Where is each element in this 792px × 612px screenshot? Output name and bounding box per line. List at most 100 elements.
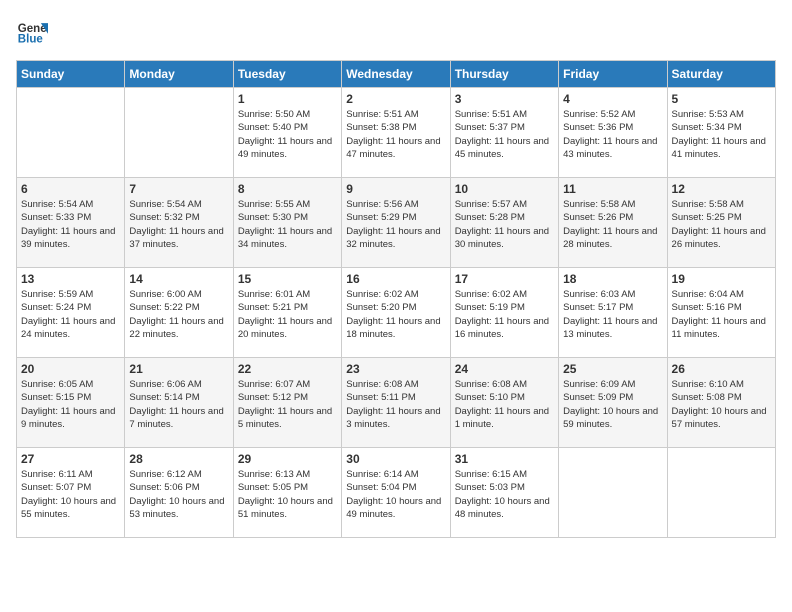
day-info: Sunrise: 5:51 AMSunset: 5:37 PMDaylight:… bbox=[455, 108, 554, 161]
calendar-cell: 29 Sunrise: 6:13 AMSunset: 5:05 PMDayligh… bbox=[233, 448, 341, 538]
day-number: 9 bbox=[346, 182, 445, 196]
day-info: Sunrise: 6:01 AMSunset: 5:21 PMDaylight:… bbox=[238, 288, 337, 341]
calendar-cell bbox=[667, 448, 775, 538]
day-number: 3 bbox=[455, 92, 554, 106]
calendar-table: SundayMondayTuesdayWednesdayThursdayFrid… bbox=[16, 60, 776, 538]
day-number: 29 bbox=[238, 452, 337, 466]
calendar-cell: 11 Sunrise: 5:58 AMSunset: 5:26 PMDayligh… bbox=[559, 178, 667, 268]
day-info: Sunrise: 5:57 AMSunset: 5:28 PMDaylight:… bbox=[455, 198, 554, 251]
calendar-cell: 27 Sunrise: 6:11 AMSunset: 5:07 PMDayligh… bbox=[17, 448, 125, 538]
calendar-cell: 4 Sunrise: 5:52 AMSunset: 5:36 PMDaylight… bbox=[559, 88, 667, 178]
svg-text:Blue: Blue bbox=[18, 34, 44, 46]
day-info: Sunrise: 6:14 AMSunset: 5:04 PMDaylight:… bbox=[346, 468, 445, 521]
day-info: Sunrise: 6:12 AMSunset: 5:06 PMDaylight:… bbox=[129, 468, 228, 521]
day-number: 7 bbox=[129, 182, 228, 196]
calendar-cell: 28Sunrise: 6:12 AMSunset: 5:06 PMDayligh… bbox=[125, 448, 233, 538]
day-number: 11 bbox=[563, 182, 662, 196]
day-info: Sunrise: 5:52 AMSunset: 5:36 PMDaylight:… bbox=[563, 108, 662, 161]
day-info: Sunrise: 6:08 AMSunset: 5:10 PMDaylight:… bbox=[455, 378, 554, 431]
day-info: Sunrise: 6:04 AMSunset: 5:16 PMDaylight:… bbox=[672, 288, 771, 341]
day-info: Sunrise: 6:11 AMSunset: 5:07 PMDaylight:… bbox=[21, 468, 120, 521]
day-info: Sunrise: 5:58 AMSunset: 5:25 PMDaylight:… bbox=[672, 198, 771, 251]
day-info: Sunrise: 6:06 AMSunset: 5:14 PMDaylight:… bbox=[129, 378, 228, 431]
weekday-header-tuesday: Tuesday bbox=[233, 61, 341, 88]
calendar-cell bbox=[17, 88, 125, 178]
day-number: 27 bbox=[21, 452, 120, 466]
logo: General Blue bbox=[16, 16, 48, 48]
day-number: 17 bbox=[455, 272, 554, 286]
calendar-cell: 2 Sunrise: 5:51 AMSunset: 5:38 PMDaylight… bbox=[342, 88, 450, 178]
day-number: 12 bbox=[672, 182, 771, 196]
day-info: Sunrise: 6:02 AMSunset: 5:19 PMDaylight:… bbox=[455, 288, 554, 341]
day-info: Sunrise: 6:08 AMSunset: 5:11 PMDaylight:… bbox=[346, 378, 445, 431]
day-info: Sunrise: 6:09 AMSunset: 5:09 PMDaylight:… bbox=[563, 378, 662, 431]
calendar-cell: 5 Sunrise: 5:53 AMSunset: 5:34 PMDaylight… bbox=[667, 88, 775, 178]
weekday-header-saturday: Saturday bbox=[667, 61, 775, 88]
weekday-header-sunday: Sunday bbox=[17, 61, 125, 88]
calendar-cell: 30 Sunrise: 6:14 AMSunset: 5:04 PMDayligh… bbox=[342, 448, 450, 538]
day-number: 10 bbox=[455, 182, 554, 196]
calendar-week-1: 1 Sunrise: 5:50 AMSunset: 5:40 PMDaylight… bbox=[17, 88, 776, 178]
day-info: Sunrise: 5:59 AMSunset: 5:24 PMDaylight:… bbox=[21, 288, 120, 341]
calendar-cell: 6Sunrise: 5:54 AMSunset: 5:33 PMDaylight… bbox=[17, 178, 125, 268]
day-info: Sunrise: 5:54 AMSunset: 5:33 PMDaylight:… bbox=[21, 198, 120, 251]
calendar-cell: 15 Sunrise: 6:01 AMSunset: 5:21 PMDayligh… bbox=[233, 268, 341, 358]
calendar-week-2: 6Sunrise: 5:54 AMSunset: 5:33 PMDaylight… bbox=[17, 178, 776, 268]
day-number: 22 bbox=[238, 362, 337, 376]
calendar-cell: 25 Sunrise: 6:09 AMSunset: 5:09 PMDayligh… bbox=[559, 358, 667, 448]
day-info: Sunrise: 5:51 AMSunset: 5:38 PMDaylight:… bbox=[346, 108, 445, 161]
calendar-cell: 23Sunrise: 6:08 AMSunset: 5:11 PMDayligh… bbox=[342, 358, 450, 448]
day-number: 13 bbox=[21, 272, 120, 286]
day-info: Sunrise: 6:13 AMSunset: 5:05 PMDaylight:… bbox=[238, 468, 337, 521]
day-info: Sunrise: 6:00 AMSunset: 5:22 PMDaylight:… bbox=[129, 288, 228, 341]
day-info: Sunrise: 5:58 AMSunset: 5:26 PMDaylight:… bbox=[563, 198, 662, 251]
day-number: 2 bbox=[346, 92, 445, 106]
calendar-cell: 20 Sunrise: 6:05 AMSunset: 5:15 PMDayligh… bbox=[17, 358, 125, 448]
day-info: Sunrise: 6:07 AMSunset: 5:12 PMDaylight:… bbox=[238, 378, 337, 431]
day-info: Sunrise: 5:55 AMSunset: 5:30 PMDaylight:… bbox=[238, 198, 337, 251]
weekday-header-row: SundayMondayTuesdayWednesdayThursdayFrid… bbox=[17, 61, 776, 88]
calendar-cell: 18 Sunrise: 6:03 AMSunset: 5:17 PMDayligh… bbox=[559, 268, 667, 358]
calendar-cell: 19 Sunrise: 6:04 AMSunset: 5:16 PMDayligh… bbox=[667, 268, 775, 358]
day-number: 30 bbox=[346, 452, 445, 466]
calendar-cell: 24Sunrise: 6:08 AMSunset: 5:10 PMDayligh… bbox=[450, 358, 558, 448]
day-number: 4 bbox=[563, 92, 662, 106]
calendar-cell: 26 Sunrise: 6:10 AMSunset: 5:08 PMDayligh… bbox=[667, 358, 775, 448]
day-info: Sunrise: 6:15 AMSunset: 5:03 PMDaylight:… bbox=[455, 468, 554, 521]
day-info: Sunrise: 5:56 AMSunset: 5:29 PMDaylight:… bbox=[346, 198, 445, 251]
page-header: General Blue bbox=[16, 16, 776, 48]
calendar-cell: 7Sunrise: 5:54 AMSunset: 5:32 PMDaylight… bbox=[125, 178, 233, 268]
day-info: Sunrise: 6:10 AMSunset: 5:08 PMDaylight:… bbox=[672, 378, 771, 431]
calendar-cell: 8Sunrise: 5:55 AMSunset: 5:30 PMDaylight… bbox=[233, 178, 341, 268]
calendar-cell: 10 Sunrise: 5:57 AMSunset: 5:28 PMDayligh… bbox=[450, 178, 558, 268]
calendar-cell: 21Sunrise: 6:06 AMSunset: 5:14 PMDayligh… bbox=[125, 358, 233, 448]
day-number: 16 bbox=[346, 272, 445, 286]
day-info: Sunrise: 6:03 AMSunset: 5:17 PMDaylight:… bbox=[563, 288, 662, 341]
calendar-cell: 22 Sunrise: 6:07 AMSunset: 5:12 PMDayligh… bbox=[233, 358, 341, 448]
day-number: 19 bbox=[672, 272, 771, 286]
day-number: 15 bbox=[238, 272, 337, 286]
weekday-header-wednesday: Wednesday bbox=[342, 61, 450, 88]
calendar-cell: 14Sunrise: 6:00 AMSunset: 5:22 PMDayligh… bbox=[125, 268, 233, 358]
day-number: 31 bbox=[455, 452, 554, 466]
calendar-cell: 1 Sunrise: 5:50 AMSunset: 5:40 PMDaylight… bbox=[233, 88, 341, 178]
calendar-cell: 9 Sunrise: 5:56 AMSunset: 5:29 PMDaylight… bbox=[342, 178, 450, 268]
day-number: 20 bbox=[21, 362, 120, 376]
day-info: Sunrise: 6:05 AMSunset: 5:15 PMDaylight:… bbox=[21, 378, 120, 431]
day-info: Sunrise: 5:50 AMSunset: 5:40 PMDaylight:… bbox=[238, 108, 337, 161]
calendar-week-5: 27 Sunrise: 6:11 AMSunset: 5:07 PMDayligh… bbox=[17, 448, 776, 538]
day-number: 5 bbox=[672, 92, 771, 106]
day-number: 25 bbox=[563, 362, 662, 376]
calendar-cell: 17 Sunrise: 6:02 AMSunset: 5:19 PMDayligh… bbox=[450, 268, 558, 358]
day-number: 1 bbox=[238, 92, 337, 106]
calendar-week-4: 20 Sunrise: 6:05 AMSunset: 5:15 PMDayligh… bbox=[17, 358, 776, 448]
day-info: Sunrise: 6:02 AMSunset: 5:20 PMDaylight:… bbox=[346, 288, 445, 341]
calendar-cell bbox=[125, 88, 233, 178]
calendar-cell bbox=[559, 448, 667, 538]
weekday-header-monday: Monday bbox=[125, 61, 233, 88]
calendar-cell: 3 Sunrise: 5:51 AMSunset: 5:37 PMDaylight… bbox=[450, 88, 558, 178]
day-info: Sunrise: 5:53 AMSunset: 5:34 PMDaylight:… bbox=[672, 108, 771, 161]
logo-icon: General Blue bbox=[16, 16, 48, 48]
day-number: 26 bbox=[672, 362, 771, 376]
day-number: 18 bbox=[563, 272, 662, 286]
